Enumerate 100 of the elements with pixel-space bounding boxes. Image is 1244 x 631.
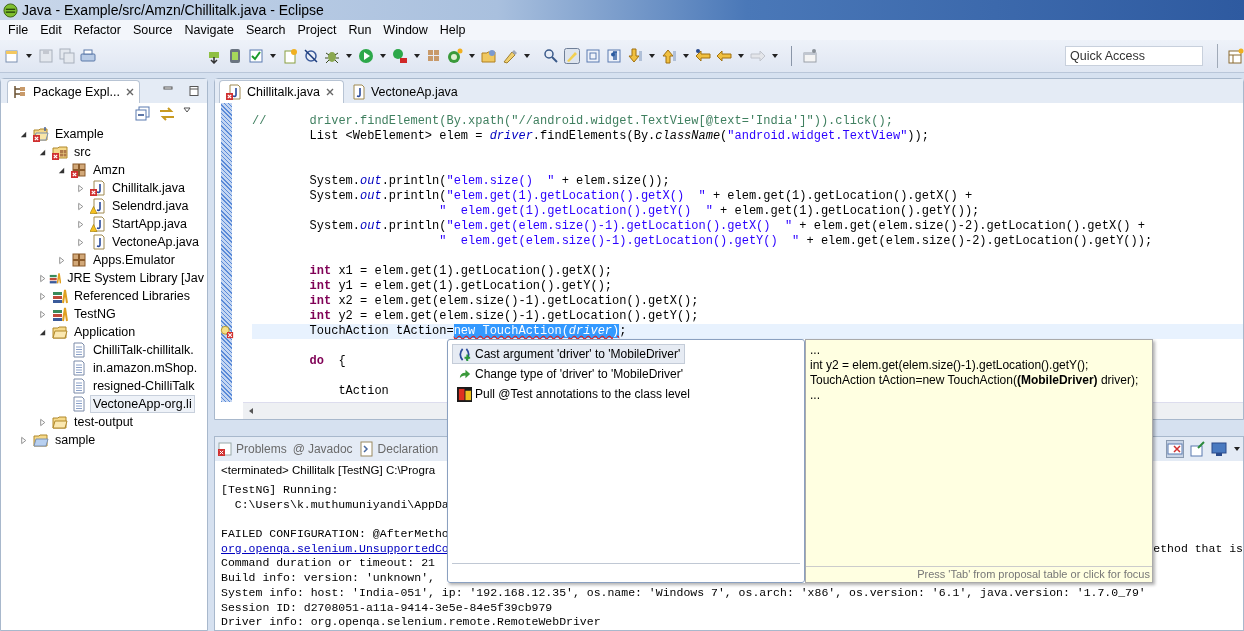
pin-window-icon[interactable] (802, 48, 818, 64)
tree-item[interactable]: TestNG (71, 305, 119, 323)
menu-item[interactable]: File (2, 23, 35, 37)
remove-launch-icon[interactable] (1167, 441, 1183, 457)
close-icon[interactable] (124, 86, 135, 97)
proposal-item[interactable]: Change type of 'driver' to 'MobileDriver' (452, 364, 688, 384)
last-edit-icon[interactable] (695, 48, 711, 64)
editor-tab[interactable]: Chillitalk.java (219, 80, 344, 103)
expand-arrow-icon[interactable] (57, 165, 66, 175)
slashed-circle-icon[interactable] (303, 48, 319, 64)
caret-icon[interactable] (25, 52, 33, 60)
menu-item[interactable]: Search (239, 23, 292, 37)
tree-item[interactable]: Example (52, 125, 107, 143)
expand-arrow-icon[interactable] (38, 147, 47, 157)
console-line: ethod that is (1153, 541, 1243, 557)
preview-line: ... (810, 388, 821, 403)
run-tool-icon[interactable] (392, 48, 408, 64)
proposal-item[interactable]: Pull @Test annotations to the class level (452, 384, 695, 404)
tree-item[interactable]: Referenced Libraries (71, 287, 194, 305)
new-package-icon[interactable] (426, 48, 442, 64)
tree-item[interactable]: Application (71, 323, 139, 341)
caret-icon[interactable] (1233, 445, 1241, 453)
editor-tab[interactable]: VectoneAp.java (343, 81, 466, 103)
link-with-editor-icon[interactable] (159, 106, 175, 122)
code-line: " elem.get(elem.size()-1).getLocation().getY() " + elem.get(elem.size()-2).getLocation().getY()); (438, 234, 1153, 248)
cast-icon (457, 346, 472, 362)
code-line: int x1 = elem.get(1).getLocation().getX(); (308, 264, 613, 278)
menu-item[interactable]: Project (291, 23, 343, 37)
tree-item[interactable]: Amzn (90, 161, 128, 179)
open-perspective-icon[interactable] (1228, 48, 1244, 64)
caret-icon[interactable] (345, 52, 353, 60)
menu-item[interactable]: Run (342, 23, 378, 37)
preview-line: int y2 = elem.get(elem.size()-1).getLocation().getY(); (810, 358, 1090, 373)
code-line: List <WebElement> elem = driver.findElements(By.className("android.widget.TextView")); (308, 129, 929, 143)
tree-item[interactable]: sample (52, 431, 99, 449)
code-line: do { (308, 354, 346, 368)
menu-item[interactable]: Help (433, 23, 472, 37)
arrow-up-icon[interactable] (661, 48, 677, 64)
arrow-down-icon[interactable] (627, 48, 643, 64)
view-tab[interactable]: Problems (217, 441, 287, 457)
tree-item[interactable]: src (71, 143, 94, 161)
code-line: TouchAction tAction=new TouchAction(driver); (308, 324, 627, 338)
brush-icon[interactable] (502, 48, 518, 64)
caret-icon[interactable] (682, 52, 690, 60)
exception-link[interactable]: org.openqa.selenium.UnsupportedCo (221, 541, 449, 557)
pin-icon[interactable] (1189, 441, 1205, 457)
caret-icon[interactable] (468, 52, 476, 60)
tree-item[interactable]: VectoneAp.java (109, 233, 202, 251)
proposal-item[interactable]: Cast argument 'driver' to 'MobileDriver' (452, 344, 686, 364)
caret-icon[interactable] (269, 52, 277, 60)
back-icon[interactable] (716, 48, 732, 64)
tree-item[interactable]: Selendrd.java (109, 197, 192, 215)
checkbox-icon[interactable] (248, 48, 264, 64)
view-menu-icon[interactable] (183, 106, 191, 114)
caret-icon[interactable] (379, 52, 387, 60)
quick-access-field[interactable]: Quick Access (1065, 46, 1203, 66)
close-icon[interactable] (324, 87, 335, 97)
expand-arrow-icon[interactable] (19, 129, 28, 139)
highlight-icon[interactable] (564, 48, 580, 64)
tree-item[interactable]: in.amazon.mShop. (90, 359, 201, 377)
package-explorer-tab[interactable]: Package Expl... (7, 79, 140, 103)
menu-item[interactable]: Source (126, 23, 179, 37)
caret-icon[interactable] (737, 52, 745, 60)
block-selection-icon[interactable] (585, 48, 601, 64)
collapse-all-icon[interactable] (135, 106, 151, 122)
tree-item[interactable]: resigned-ChilliTalk (90, 377, 198, 395)
code-line: int y2 = elem.get(elem.size()-1).getLocation().getY(); (308, 309, 699, 323)
whitespace-icon[interactable] (606, 48, 622, 64)
tree-item[interactable]: Apps.Emulator (90, 251, 178, 269)
new-class-icon[interactable] (447, 48, 463, 64)
tree-item[interactable]: ChilliTalk-chillitalk. (90, 341, 197, 359)
view-tab[interactable]: @ Javadoc (292, 442, 353, 456)
menu-item[interactable]: Navigate (178, 23, 240, 37)
console-line: Build info: version: 'unknown', (221, 571, 435, 586)
tree-item[interactable]: VectoneApp-org.li (90, 395, 195, 413)
menu-item[interactable]: Window (377, 23, 434, 37)
scroll-left-icon[interactable] (247, 407, 255, 415)
open-folder-icon[interactable] (481, 48, 497, 64)
caret-icon[interactable] (523, 52, 531, 60)
maximize-icon[interactable] (187, 85, 200, 97)
console-header: <terminated> Chillitalk [TestNG] C:\Progra (220, 463, 437, 478)
expand-arrow-icon[interactable] (38, 327, 47, 337)
run-icon[interactable] (358, 48, 374, 64)
code-line: // driver.findElement(By.xpath("//android.widget.TextView[@text='India']")).click(); (252, 114, 893, 128)
tree-item[interactable]: JRE System Library [Jav (64, 269, 207, 287)
preview-line: TouchAction tAction=new TouchAction((MobileDriver) driver); (810, 373, 1140, 388)
tree-item[interactable]: Chillitalk.java (109, 179, 188, 197)
phone-icon[interactable] (227, 48, 243, 64)
display-console-icon[interactable] (1211, 441, 1227, 457)
menu-item[interactable]: Refactor (67, 23, 127, 37)
view-tab[interactable]: Declaration (358, 441, 439, 457)
caret-icon[interactable] (771, 52, 779, 60)
caret-icon[interactable] (413, 52, 421, 60)
menu-item[interactable]: Edit (34, 23, 68, 37)
caret-icon[interactable] (648, 52, 656, 60)
tree-item[interactable]: StartApp.java (109, 215, 191, 233)
at-sign-icon: @ (292, 442, 305, 456)
print-icon[interactable] (80, 48, 96, 64)
tree-item[interactable]: test-output (71, 413, 137, 431)
quick-fix-error-icon[interactable] (220, 324, 234, 339)
